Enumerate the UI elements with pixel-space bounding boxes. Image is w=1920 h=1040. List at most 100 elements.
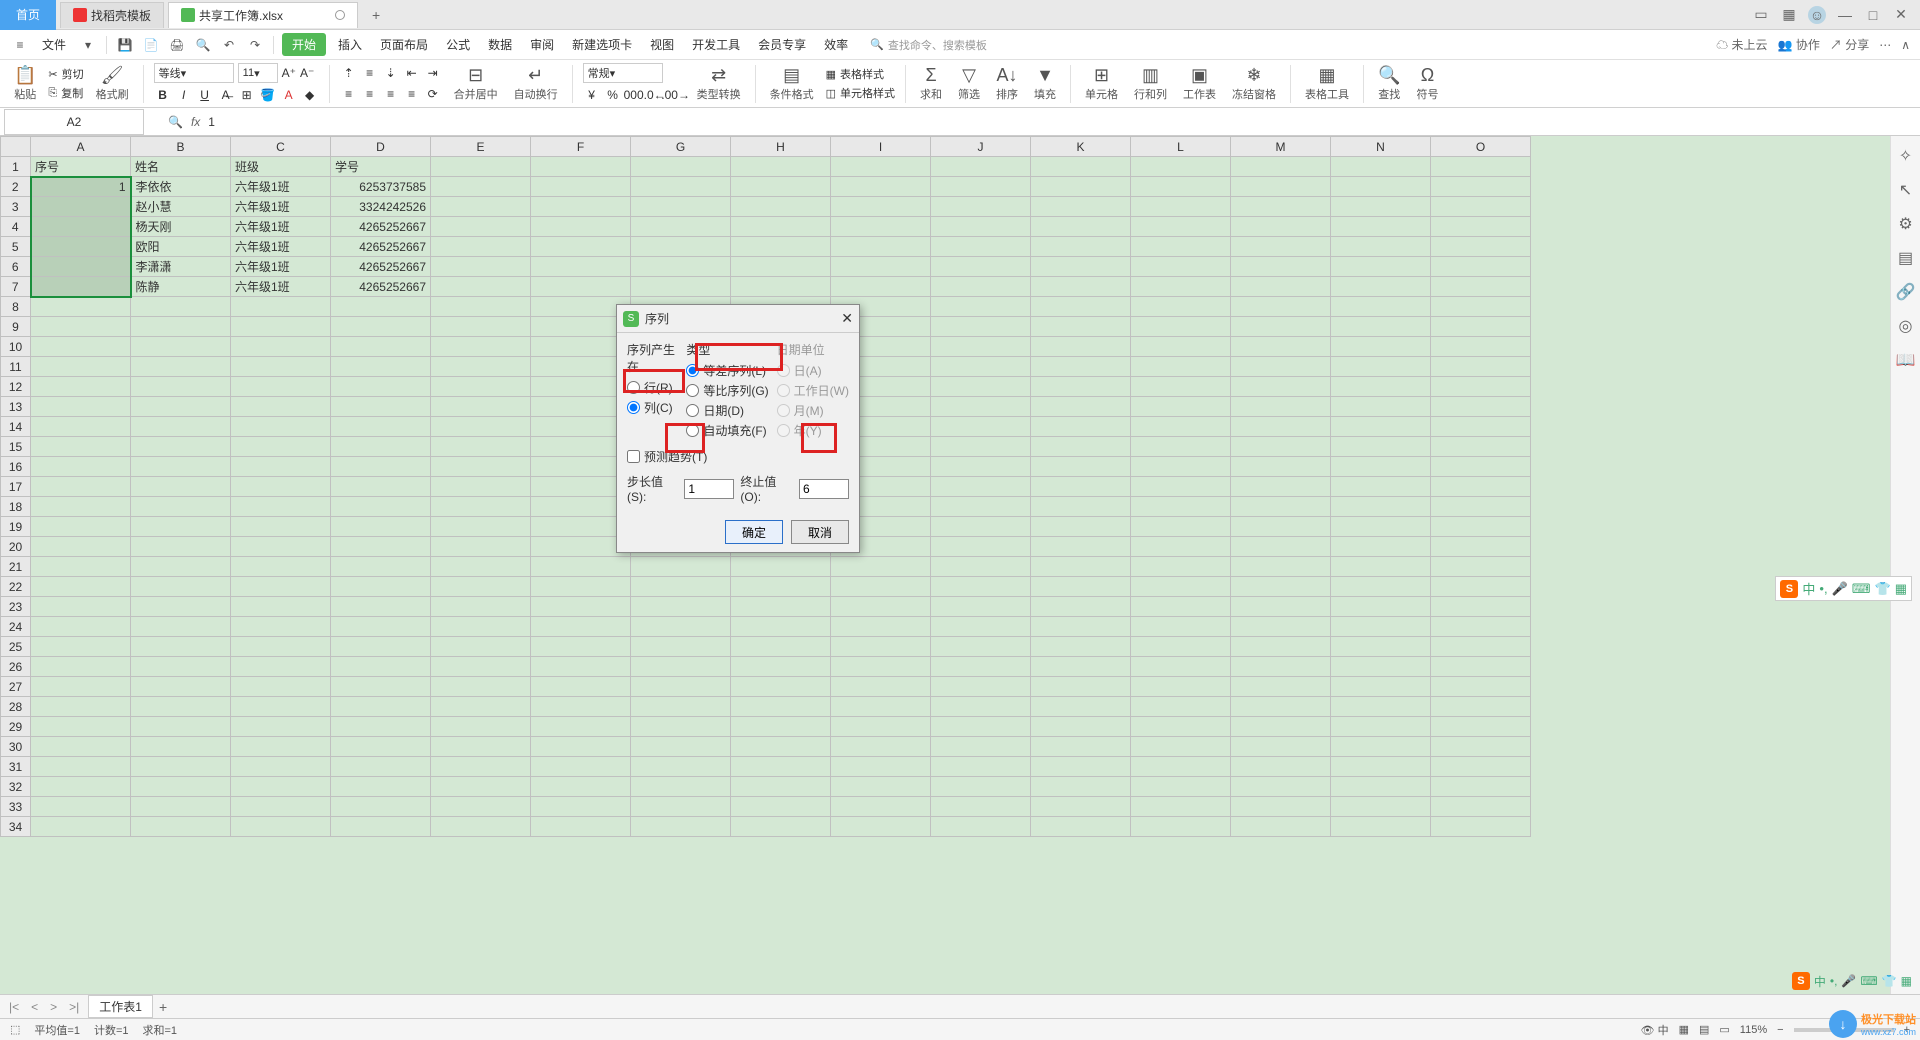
cell[interactable] xyxy=(1031,797,1131,817)
cell[interactable] xyxy=(531,257,631,277)
cell[interactable] xyxy=(931,657,1031,677)
cell[interactable] xyxy=(531,617,631,637)
cell[interactable] xyxy=(1331,737,1431,757)
cell[interactable] xyxy=(131,537,231,557)
cell[interactable] xyxy=(1431,337,1531,357)
row-header[interactable]: 19 xyxy=(1,517,31,537)
cell[interactable] xyxy=(1431,297,1531,317)
cell[interactable] xyxy=(1431,817,1531,837)
sort-button[interactable]: A↓排序 xyxy=(992,65,1022,102)
cell[interactable] xyxy=(331,717,431,737)
cellfmt-button[interactable]: ◫ 单元格样式 xyxy=(826,85,895,101)
cell[interactable] xyxy=(731,617,831,637)
cell[interactable] xyxy=(331,657,431,677)
ime-punct[interactable]: •, xyxy=(1819,581,1827,596)
cell[interactable] xyxy=(731,177,831,197)
cell[interactable] xyxy=(531,797,631,817)
cell[interactable] xyxy=(231,577,331,597)
cell[interactable] xyxy=(631,277,731,297)
cell[interactable] xyxy=(831,277,931,297)
fx-label[interactable]: fx xyxy=(191,115,200,129)
view-reading-icon[interactable]: ▭ xyxy=(1719,1023,1729,1036)
cell[interactable]: 4265252667 xyxy=(331,257,431,277)
menu-formula[interactable]: 公式 xyxy=(440,34,476,55)
opt-auto[interactable]: 自动填充(F) xyxy=(686,422,768,439)
row-header[interactable]: 16 xyxy=(1,457,31,477)
cell[interactable] xyxy=(331,417,431,437)
menu-insert[interactable]: 插入 xyxy=(332,34,368,55)
align-right-icon[interactable]: ≡ xyxy=(382,85,400,103)
cell[interactable] xyxy=(531,197,631,217)
cell[interactable] xyxy=(1231,257,1331,277)
cell[interactable] xyxy=(131,397,231,417)
cell[interactable] xyxy=(931,337,1031,357)
cell[interactable] xyxy=(331,477,431,497)
cell[interactable] xyxy=(1231,177,1331,197)
cell[interactable] xyxy=(331,557,431,577)
cell[interactable] xyxy=(31,777,131,797)
cell[interactable] xyxy=(331,377,431,397)
ime-more-icon[interactable]: ▦ xyxy=(1895,581,1907,597)
sheet-next-icon[interactable]: > xyxy=(47,1000,60,1014)
cell[interactable] xyxy=(531,177,631,197)
cell[interactable] xyxy=(731,737,831,757)
cell[interactable] xyxy=(931,717,1031,737)
ime-toolbar[interactable]: S 中 •, 🎤 ⌨ 👕 ▦ xyxy=(1775,576,1912,601)
cell[interactable] xyxy=(231,357,331,377)
cell[interactable] xyxy=(231,657,331,677)
cell[interactable] xyxy=(1131,757,1231,777)
cell[interactable] xyxy=(1231,437,1331,457)
cell[interactable] xyxy=(431,377,531,397)
cell[interactable]: 序号 xyxy=(31,157,131,177)
cell[interactable] xyxy=(1031,617,1131,637)
cell[interactable] xyxy=(1231,417,1331,437)
cell[interactable] xyxy=(31,217,131,237)
cell[interactable] xyxy=(631,697,731,717)
cell[interactable] xyxy=(1431,217,1531,237)
cell[interactable] xyxy=(231,557,331,577)
cell[interactable] xyxy=(931,617,1031,637)
cell[interactable] xyxy=(931,297,1031,317)
cell[interactable] xyxy=(531,757,631,777)
cell[interactable] xyxy=(1031,777,1131,797)
cell[interactable] xyxy=(1031,577,1131,597)
cell[interactable] xyxy=(1131,237,1231,257)
view-pagebreak-icon[interactable]: ▤ xyxy=(1699,1023,1709,1036)
cell[interactable] xyxy=(1031,417,1131,437)
row-header[interactable]: 30 xyxy=(1,737,31,757)
cell[interactable] xyxy=(1131,177,1231,197)
cell[interactable] xyxy=(131,337,231,357)
cell[interactable] xyxy=(1331,377,1431,397)
cell[interactable] xyxy=(1331,197,1431,217)
cell[interactable]: 六年级1班 xyxy=(231,277,331,297)
cell[interactable] xyxy=(731,817,831,837)
cell[interactable]: 六年级1班 xyxy=(231,237,331,257)
cell[interactable] xyxy=(1031,737,1131,757)
cell[interactable] xyxy=(1231,617,1331,637)
book-icon[interactable]: 📖 xyxy=(1896,350,1916,370)
cell[interactable] xyxy=(1231,237,1331,257)
cell[interactable] xyxy=(1231,457,1331,477)
cell[interactable] xyxy=(1031,197,1131,217)
opt-col[interactable]: 列(C) xyxy=(627,399,678,416)
cell[interactable] xyxy=(231,477,331,497)
cell[interactable] xyxy=(1031,597,1131,617)
cell[interactable] xyxy=(631,557,731,577)
row-header[interactable]: 15 xyxy=(1,437,31,457)
cell[interactable] xyxy=(631,577,731,597)
cell[interactable] xyxy=(731,657,831,677)
cell[interactable] xyxy=(631,677,731,697)
cell[interactable] xyxy=(531,657,631,677)
cell[interactable] xyxy=(531,557,631,577)
cell[interactable] xyxy=(431,297,531,317)
cell[interactable] xyxy=(431,437,531,457)
col-header[interactable]: D xyxy=(331,137,431,157)
cell[interactable] xyxy=(831,677,931,697)
cell[interactable] xyxy=(31,637,131,657)
cell[interactable] xyxy=(431,817,531,837)
paste-group[interactable]: 📋粘贴 xyxy=(10,65,40,102)
cell[interactable] xyxy=(631,197,731,217)
cell[interactable] xyxy=(231,637,331,657)
link-icon[interactable]: 🔗 xyxy=(1896,282,1916,302)
cell[interactable] xyxy=(331,337,431,357)
